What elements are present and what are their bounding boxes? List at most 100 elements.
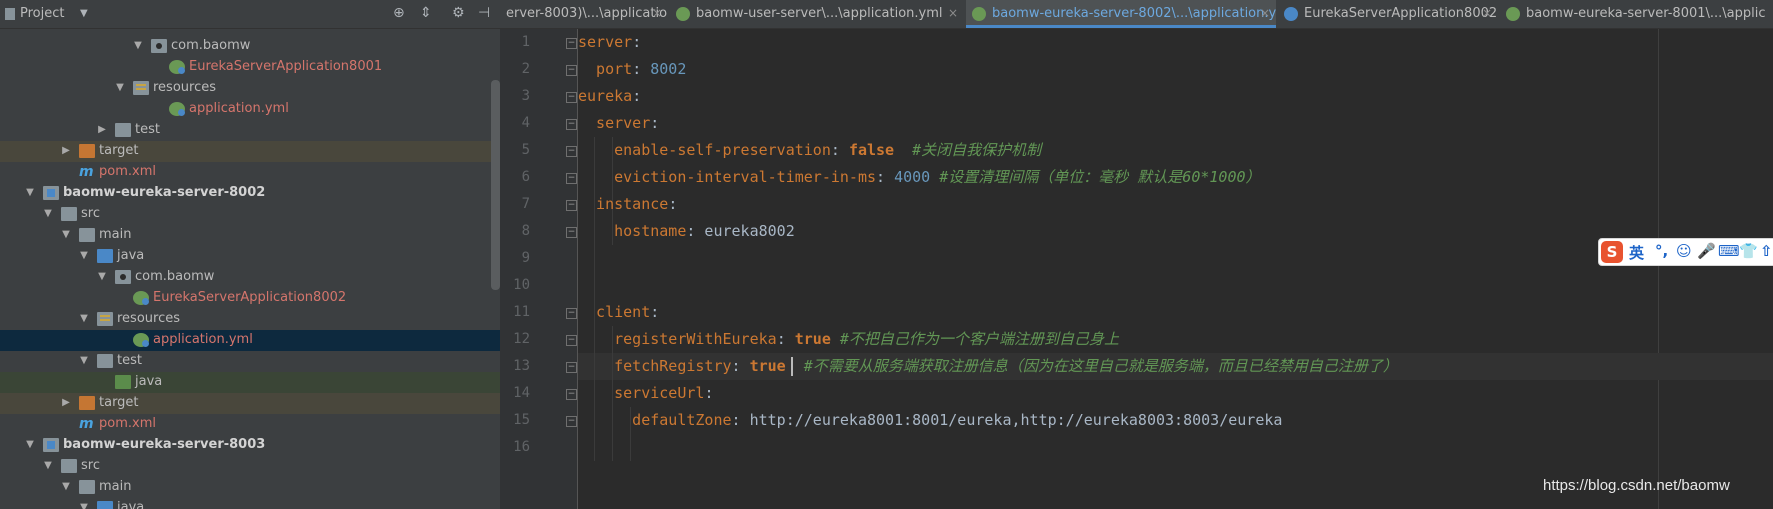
collapsed-arrow-icon[interactable]: ▶ <box>96 123 108 137</box>
line-number: 3 <box>521 88 530 104</box>
code-line[interactable]: registerWithEureka: true #不把自己作为一个客户端注册到… <box>578 326 1119 353</box>
tree-node[interactable]: ▼ main <box>0 477 500 498</box>
code-line[interactable]: server: <box>578 29 641 56</box>
microphone-icon[interactable]: 🎤 <box>1697 242 1716 260</box>
expanded-arrow-icon[interactable]: ▼ <box>78 312 90 326</box>
tree-node[interactable]: ▼ com.baomw <box>0 36 500 57</box>
tree-node[interactable]: ▼ baomw-eureka-server-8003 <box>0 435 500 456</box>
expanded-arrow-icon[interactable]: ▼ <box>78 249 90 263</box>
tree-node[interactable]: ▼ java <box>0 246 500 267</box>
chevron-down-icon[interactable]: ▼ <box>80 8 88 19</box>
tree-node-label: java <box>117 248 145 263</box>
code-line[interactable]: server: <box>578 110 659 137</box>
code-line[interactable]: enable-self-preservation: false #关闭自我保护机… <box>578 137 1041 164</box>
expanded-arrow-icon[interactable]: ▼ <box>132 39 144 53</box>
hide-icon[interactable]: ⊣ <box>478 5 490 21</box>
code-line[interactable]: hostname: eureka8002 <box>578 218 795 245</box>
emoji-icon[interactable]: ☺ <box>1676 242 1692 260</box>
editor-tab[interactable]: baomw-eureka-server-8002\...\application… <box>966 0 1276 28</box>
tree-node[interactable]: ▼ resources <box>0 78 500 99</box>
tree-node[interactable]: ▼ test <box>0 351 500 372</box>
fold-marker-icon[interactable]: − <box>566 335 577 346</box>
collapsed-arrow-icon[interactable]: ▶ <box>60 396 72 410</box>
folder-icon <box>61 459 77 473</box>
editor-tab[interactable]: baomw-user-server\...\application.yml × <box>670 0 964 28</box>
expanded-arrow-icon[interactable]: ▼ <box>24 438 36 452</box>
fold-marker-icon[interactable]: − <box>566 308 577 319</box>
expanded-arrow-icon[interactable]: ▼ <box>42 207 54 221</box>
fold-marker-icon[interactable]: − <box>566 416 577 427</box>
keyboard-icon[interactable]: ⌨ <box>1718 242 1740 260</box>
tree-node[interactable]: EurekaServerApplication8002 <box>0 288 500 309</box>
fold-marker-icon[interactable]: − <box>566 65 577 76</box>
code-line[interactable]: eureka: <box>578 83 641 110</box>
close-icon[interactable]: × <box>652 6 662 20</box>
tree-node[interactable]: EurekaServerApplication8001 <box>0 57 500 78</box>
code-editor[interactable]: server: port: 8002 eureka: server: enable… <box>578 29 1773 509</box>
tree-node[interactable]: ▼ java <box>0 498 500 509</box>
fold-marker-icon[interactable]: − <box>566 227 577 238</box>
project-view-selector[interactable]: Project <box>20 6 64 21</box>
close-icon[interactable]: × <box>948 6 958 20</box>
line-number: 7 <box>521 196 530 212</box>
tree-scrollbar[interactable] <box>491 80 500 290</box>
expanded-arrow-icon[interactable]: ▼ <box>114 81 126 95</box>
toolbox-icon[interactable]: ⇧ <box>1760 242 1773 260</box>
editor-tab[interactable]: baomw-eureka-server-8001\...\applic <box>1500 0 1773 28</box>
tree-node[interactable]: ▼ main <box>0 225 500 246</box>
tree-node[interactable]: application.yml <box>0 330 500 351</box>
editor-tab-bar: erver-8003)\...\application.yml×baomw-us… <box>500 0 1773 29</box>
close-icon[interactable]: × <box>1482 6 1492 20</box>
fold-marker-icon[interactable]: − <box>566 146 577 157</box>
fold-marker-icon[interactable]: − <box>566 173 577 184</box>
ime-toolbar[interactable]: S 英 °, ☺ 🎤 ⌨ 👕 ⇧ <box>1598 238 1773 266</box>
tree-node[interactable]: m pom.xml <box>0 414 500 435</box>
code-line[interactable]: port: 8002 <box>578 56 686 83</box>
code-token: enable-self-preservation <box>578 141 831 159</box>
gear-icon[interactable]: ⚙ <box>452 5 465 21</box>
editor-tab[interactable]: EurekaServerApplication8002.java× <box>1278 0 1498 28</box>
tree-node[interactable]: m pom.xml <box>0 162 500 183</box>
expanded-arrow-icon[interactable]: ▼ <box>24 186 36 200</box>
tree-node[interactable]: ▶ target <box>0 141 500 162</box>
locate-icon[interactable]: ⊕ <box>393 5 405 21</box>
expanded-arrow-icon[interactable]: ▼ <box>60 228 72 242</box>
tree-node[interactable]: ▶ target <box>0 393 500 414</box>
expanded-arrow-icon[interactable]: ▼ <box>42 459 54 473</box>
punctuation-icon[interactable]: °, <box>1655 242 1668 260</box>
language-toggle[interactable]: 英 <box>1629 242 1644 263</box>
tree-node[interactable]: ▶ test <box>0 120 500 141</box>
close-icon[interactable]: × <box>1260 6 1270 20</box>
code-line[interactable]: defaultZone: http://eureka8001:8001/eure… <box>578 407 1282 434</box>
skin-icon[interactable]: 👕 <box>1739 242 1758 260</box>
fold-marker-icon[interactable]: − <box>566 92 577 103</box>
tree-node[interactable]: application.yml <box>0 99 500 120</box>
collapsed-arrow-icon[interactable]: ▶ <box>60 144 72 158</box>
fold-marker-icon[interactable]: − <box>566 389 577 400</box>
tree-node[interactable]: ▼ resources <box>0 309 500 330</box>
expanded-arrow-icon[interactable]: ▼ <box>60 480 72 494</box>
sogou-logo-icon[interactable]: S <box>1601 241 1623 263</box>
editor-tab[interactable]: erver-8003)\...\application.yml× <box>500 0 668 28</box>
fold-marker-icon[interactable]: − <box>566 362 577 373</box>
code-line[interactable]: client: <box>578 299 659 326</box>
tree-node[interactable]: ▼ baomw-eureka-server-8002 <box>0 183 500 204</box>
code-line[interactable]: instance: <box>578 191 677 218</box>
tree-node[interactable]: ▼ com.baomw <box>0 267 500 288</box>
project-header: Project ▼ ⊕ ⇕ ⚙ ⊣ <box>0 0 500 29</box>
code-line[interactable]: serviceUrl: <box>578 380 713 407</box>
expanded-arrow-icon[interactable]: ▼ <box>96 270 108 284</box>
expanded-arrow-icon[interactable]: ▼ <box>78 354 90 368</box>
collapse-all-icon[interactable]: ⇕ <box>420 5 432 21</box>
tree-node[interactable]: java <box>0 372 500 393</box>
tree-node[interactable]: ▼ src <box>0 456 500 477</box>
code-line[interactable]: eviction-interval-timer-in-ms: 4000 #设置清… <box>578 164 1260 191</box>
code-token: : <box>776 330 795 348</box>
fold-marker-icon[interactable]: − <box>566 200 577 211</box>
tree-node[interactable]: ▼ src <box>0 204 500 225</box>
code-line[interactable]: fetchRegistry: true #不需要从服务端获取注册信息（因为在这里… <box>578 353 1398 380</box>
expanded-arrow-icon[interactable]: ▼ <box>78 501 90 509</box>
fold-marker-icon[interactable]: − <box>566 119 577 130</box>
module-icon <box>43 438 59 452</box>
fold-marker-icon[interactable]: − <box>566 38 577 49</box>
